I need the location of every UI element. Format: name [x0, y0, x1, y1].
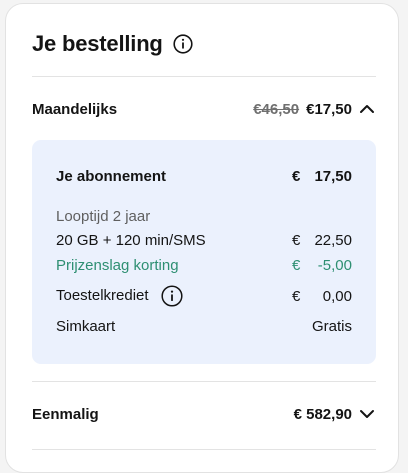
page-title: Je bestelling [32, 31, 163, 56]
discount-currency: € [292, 257, 301, 274]
monthly-label: Maandelijks [32, 100, 118, 118]
discount-label: Prijzenslag korting [56, 257, 179, 274]
monthly-old-price: €46,50 [253, 100, 300, 118]
sim-row: Simkaart Gratis [56, 318, 352, 335]
subscription-currency: € [292, 168, 301, 185]
monthly-details-panel: Je abonnement € 17,50 Looptijd 2 jaar 20… [32, 140, 376, 364]
divider [32, 449, 376, 450]
info-icon[interactable] [173, 34, 193, 54]
monthly-price: €17,50 [306, 100, 352, 118]
subscription-label: Je abonnement [56, 168, 167, 185]
credit-amount: 0,00 [322, 287, 352, 305]
info-icon[interactable] [161, 285, 183, 307]
discount-amount: -5,00 [317, 257, 352, 274]
plan-label: 20 GB + 120 min/SMS [56, 232, 206, 249]
monthly-row-toggle[interactable]: Maandelijks €46,50 €17,50 [32, 100, 376, 118]
plan-row: 20 GB + 120 min/SMS € 22,50 [56, 232, 352, 249]
divider [32, 76, 376, 77]
credit-row: Toestelkrediet € 0,00 [56, 285, 352, 307]
duration-row: Looptijd 2 jaar [56, 208, 352, 225]
subscription-amount: 17,50 [314, 168, 352, 185]
divider [32, 381, 376, 382]
plan-currency: € [292, 232, 301, 249]
credit-currency: € [292, 287, 301, 305]
subscription-row: Je abonnement € 17,50 [56, 168, 352, 185]
credit-label: Toestelkrediet [56, 286, 149, 304]
sim-value: Gratis [311, 318, 352, 335]
plan-amount: 22,50 [314, 232, 352, 249]
chevron-down-icon[interactable] [358, 405, 376, 423]
oneoff-label: Eenmalig [32, 405, 99, 423]
sim-label: Simkaart [56, 318, 116, 335]
chevron-up-icon[interactable] [358, 100, 376, 118]
discount-row: Prijzenslag korting € -5,00 [56, 257, 352, 274]
oneoff-price: € 582,90 [293, 405, 352, 423]
title-row: Je bestelling [32, 31, 193, 57]
duration-label: Looptijd 2 jaar [56, 208, 151, 225]
order-summary-card: Je bestelling Maandelijks €46,50 €17,50 … [5, 3, 399, 473]
oneoff-row-toggle[interactable]: Eenmalig € 582,90 [32, 405, 376, 423]
